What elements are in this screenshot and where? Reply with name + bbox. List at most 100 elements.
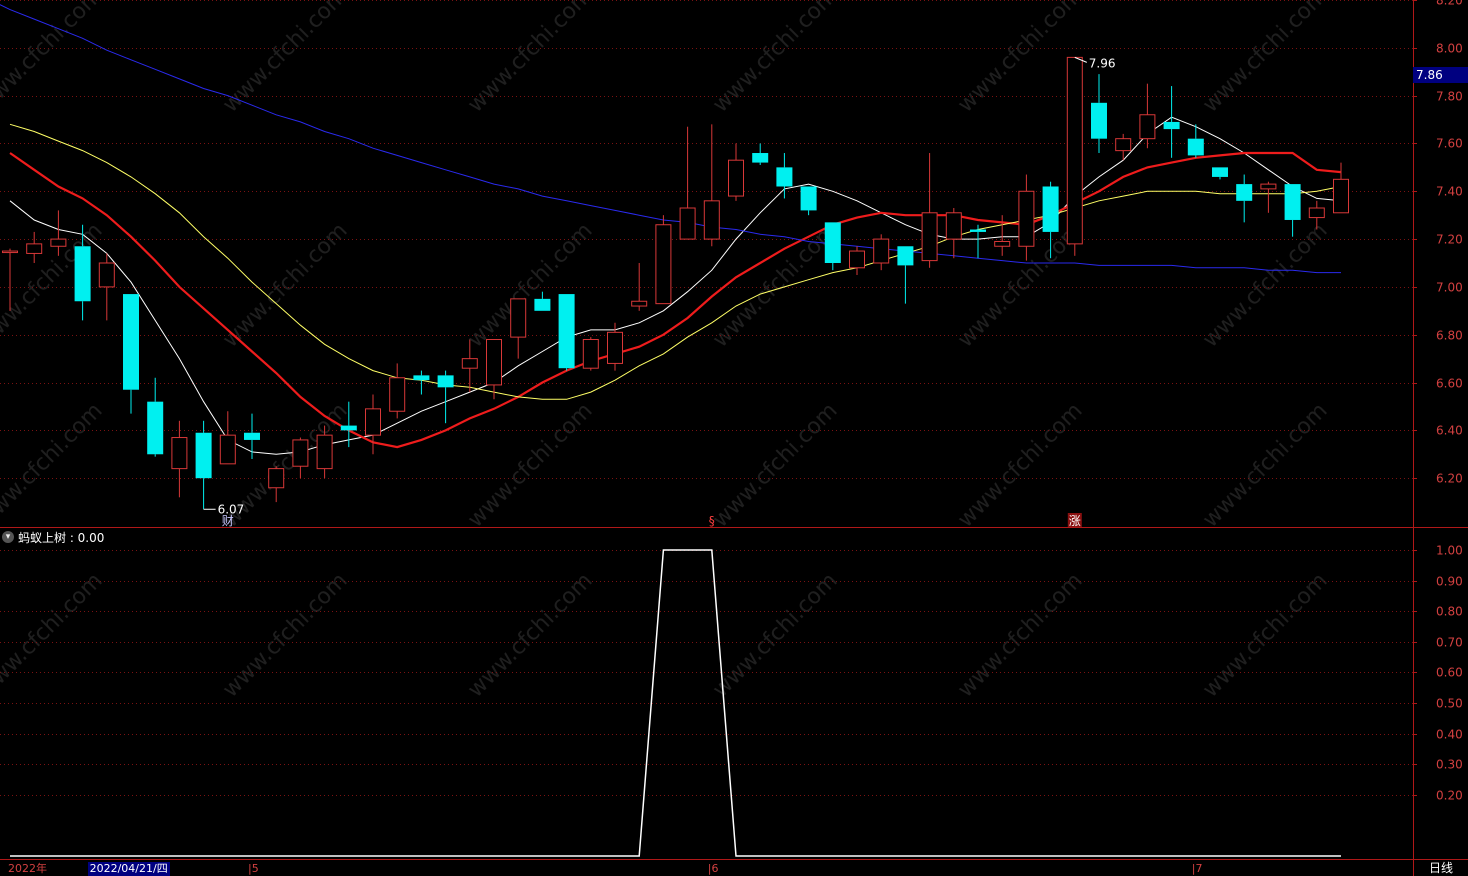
candle[interactable]	[1333, 162, 1349, 214]
candle-body	[921, 212, 938, 262]
high-price-label: 7.96	[1089, 56, 1116, 70]
candle-body	[2, 250, 18, 254]
candle[interactable]	[98, 253, 115, 321]
y-tick-label: 7.60	[1436, 137, 1463, 151]
y-tick-label: 8.20	[1436, 0, 1463, 8]
watermark-text: www.cfchi.com	[1198, 568, 1332, 702]
x-axis-label: |5	[248, 862, 259, 875]
candle[interactable]	[486, 339, 502, 400]
candle[interactable]	[437, 370, 454, 424]
ma-line	[9, 116, 1342, 455]
candle-body	[1212, 167, 1228, 177]
watermark-layer: www.cfchi.com www.cfchi.com www.cfchi.com w…	[0, 0, 1333, 703]
candle[interactable]	[123, 294, 139, 414]
candle[interactable]	[752, 143, 769, 165]
candle-body	[655, 224, 672, 305]
candle[interactable]	[1139, 83, 1156, 149]
candle[interactable]	[147, 377, 164, 457]
candle-body	[897, 246, 914, 266]
watermark-text: www.cfchi.com	[953, 398, 1087, 532]
candle[interactable]	[873, 234, 890, 271]
candle[interactable]	[1018, 174, 1035, 261]
candle-body	[631, 300, 648, 307]
candle[interactable]	[824, 222, 841, 271]
candle[interactable]	[921, 153, 938, 268]
candle-body	[970, 229, 986, 232]
stock-chart[interactable]: www.cfchi.com www.cfchi.com www.cfchi.com w…	[0, 0, 1468, 876]
candle[interactable]	[510, 298, 527, 359]
event-marker[interactable]: §	[709, 514, 715, 528]
candle-body	[340, 425, 357, 431]
indicator-title[interactable]: ▾ 蚂蚁上树 : 0.00	[2, 528, 104, 546]
candle-body	[994, 240, 1011, 247]
y-tick-label: 6.60	[1436, 377, 1463, 391]
candle[interactable]	[26, 231, 43, 263]
candlestick-series[interactable]	[2, 56, 1349, 510]
candle[interactable]	[945, 208, 962, 259]
y-tick-label: 7.20	[1436, 233, 1463, 247]
candle[interactable]	[1260, 181, 1277, 213]
candle[interactable]	[1284, 184, 1301, 237]
watermark-text: www.cfchi.com	[708, 398, 842, 532]
ma-line	[9, 123, 1342, 400]
candle[interactable]	[655, 215, 672, 305]
indicator-title-text: 蚂蚁上树 : 0.00	[18, 530, 105, 545]
y-tick-label: 7.80	[1436, 90, 1463, 104]
candle-body	[219, 434, 236, 465]
candle[interactable]	[365, 394, 381, 455]
watermark-text: www.cfchi.com	[0, 568, 108, 702]
candle[interactable]	[849, 246, 865, 275]
y-axis-labels: 6.20 6.40 6.60 6.80 7.00 7.20 7.40 7.60 7.80 8.00…	[1413, 0, 1463, 803]
candle[interactable]	[1066, 56, 1083, 256]
candle[interactable]	[413, 370, 430, 395]
grid-lines	[0, 0, 1413, 796]
candle[interactable]	[970, 224, 986, 259]
current-price-tag: 7.86	[1413, 67, 1468, 83]
candle-body	[461, 358, 478, 369]
candle-body	[1308, 207, 1325, 219]
indicator-y-tick-label: 0.70	[1436, 636, 1463, 650]
candle[interactable]	[1091, 74, 1107, 154]
candle-body	[582, 339, 599, 369]
watermark-text: www.cfchi.com	[0, 398, 108, 532]
indicator-y-tick-label: 0.20	[1436, 789, 1463, 803]
watermark-text: www.cfchi.com	[218, 218, 352, 352]
candle[interactable]	[631, 263, 648, 311]
event-marker[interactable]: 财	[222, 514, 234, 528]
candle-body	[1042, 186, 1059, 232]
candle-body	[98, 262, 115, 288]
candle[interactable]	[582, 337, 599, 371]
watermark-text: www.cfchi.com	[218, 568, 352, 702]
candle-body	[776, 167, 793, 187]
collapse-icon[interactable]: ▾	[2, 531, 14, 543]
x-axis-label: |7	[1191, 862, 1203, 875]
candle[interactable]	[171, 420, 188, 498]
watermark-text: www.cfchi.com	[708, 568, 842, 702]
indicator-line	[10, 549, 1341, 857]
candle[interactable]	[1163, 86, 1180, 158]
candle-body	[26, 243, 43, 254]
candle[interactable]	[728, 143, 744, 201]
candle[interactable]	[703, 124, 720, 247]
candle[interactable]	[776, 153, 793, 199]
candle[interactable]	[1115, 133, 1132, 161]
candle[interactable]	[1212, 167, 1228, 180]
watermark-text: www.cfchi.com	[0, 0, 108, 118]
period-button[interactable]: 日线	[1414, 860, 1468, 876]
watermark-text: www.cfchi.com	[1198, 0, 1332, 118]
candle-body	[945, 212, 962, 240]
candle[interactable]	[558, 294, 575, 371]
candle[interactable]	[897, 246, 914, 304]
candle-body	[244, 432, 260, 440]
candle[interactable]	[800, 186, 817, 216]
candle[interactable]	[1236, 174, 1253, 223]
candle-body	[1139, 114, 1156, 140]
watermark-text: www.cfchi.com	[463, 398, 597, 532]
candle[interactable]	[195, 420, 212, 510]
event-marker[interactable]: 涨	[1069, 513, 1081, 528]
candle-body	[486, 339, 502, 386]
candle[interactable]	[389, 363, 406, 419]
y-tick-label: 6.40	[1436, 424, 1463, 438]
candle[interactable]	[219, 411, 236, 465]
watermark-text: www.cfchi.com	[463, 568, 597, 702]
